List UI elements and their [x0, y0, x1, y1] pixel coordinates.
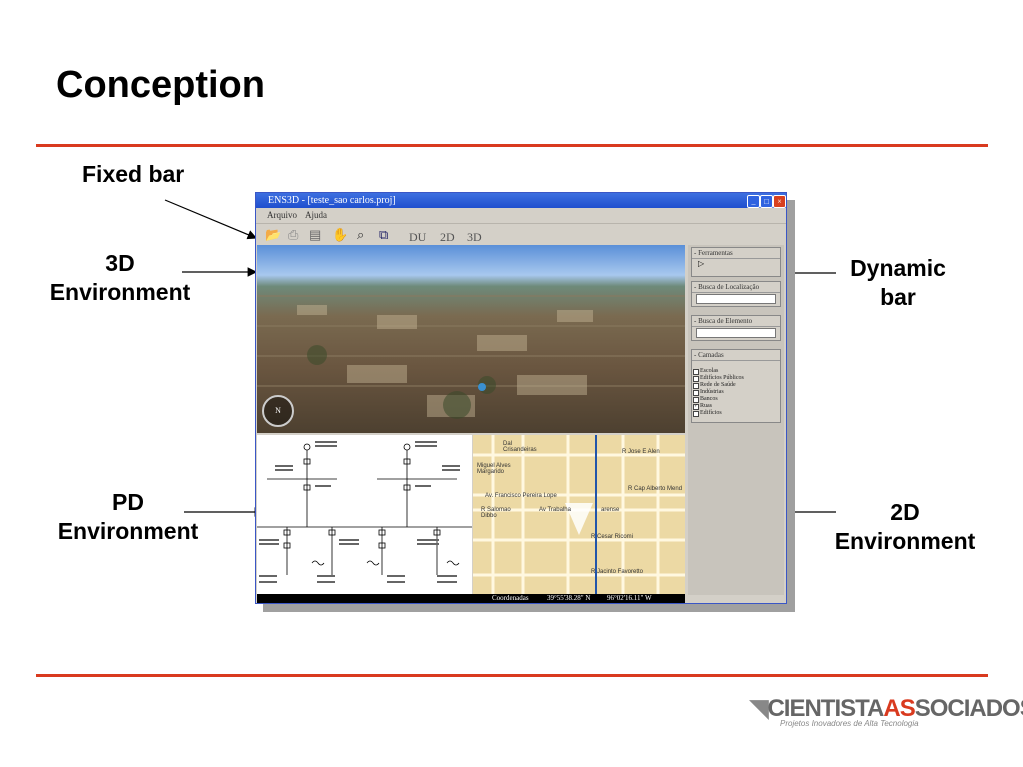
- layer-label: Bancos: [700, 396, 718, 402]
- maximize-icon[interactable]: □: [760, 195, 773, 208]
- compass-icon[interactable]: N: [262, 395, 294, 427]
- schematic-diagram: [257, 441, 472, 583]
- toolbar-du-button[interactable]: DU: [409, 230, 426, 245]
- section-camadas: - Camadas Escolas Edifícios Públicos Red…: [691, 349, 781, 423]
- arrow-fixed-bar: [164, 199, 258, 240]
- layer-item[interactable]: Bancos: [692, 396, 780, 403]
- layer-item[interactable]: Edifícios: [692, 410, 780, 417]
- toolbar-2d-button[interactable]: 2D: [440, 230, 455, 245]
- layer-label: Indústrias: [700, 389, 724, 395]
- app-titlebar: ENS3D - [teste_sao carlos.proj] _ □ ×: [256, 193, 786, 208]
- map-label-street1: R Jose E Alen: [622, 449, 660, 455]
- layer-item[interactable]: ✓ Ruas: [692, 403, 780, 410]
- section-camadas-header[interactable]: - Camadas: [692, 350, 780, 361]
- view-2d-environment[interactable]: R Jose E Alen Av. Francisco Pereira Lope…: [473, 435, 685, 595]
- latitude-value: 39°55'38.28" N: [547, 594, 591, 602]
- longitude-value: 96°02'16.11" W: [607, 594, 652, 602]
- layers-list: Escolas Edifícios Públicos Rede de Saúde…: [692, 361, 780, 417]
- map-label-street9: Miguel Alves Margarido: [477, 463, 511, 475]
- element-search-input[interactable]: [696, 328, 776, 338]
- menu-arquivo[interactable]: Arquivo: [267, 210, 297, 220]
- layer-item[interactable]: Escolas: [692, 368, 780, 375]
- layer-label: Escolas: [700, 368, 719, 374]
- map-label-street4: Av Trabalha: [539, 507, 571, 513]
- app-window: ENS3D - [teste_sao carlos.proj] _ □ × Ar…: [255, 192, 787, 604]
- app-toolbar: 📂 ⎙ ▤ ✋ ⌕ ⧉ DU 2D 3D: [256, 223, 786, 246]
- layer-item[interactable]: Indústrias: [692, 389, 780, 396]
- logo-name-part1: CIENTISTA: [767, 695, 884, 722]
- section-busca-elemento-header[interactable]: - Busca de Elemento: [692, 316, 780, 327]
- toolbar-3d-button[interactable]: 3D: [467, 230, 482, 245]
- coordinates-bar: Coordenadas 39°55'38.28" N 96°02'16.11" …: [257, 594, 685, 603]
- layer-item[interactable]: Edifícios Públicos: [692, 375, 780, 382]
- logo-name-part2: AS: [883, 695, 915, 722]
- section-busca-elemento: - Busca de Elemento: [691, 315, 781, 341]
- folder-open-icon[interactable]: 📂: [265, 227, 281, 243]
- dynamic-bar: - Ferramentas ▷ - Busca de Localização -…: [688, 245, 784, 595]
- section-ferramentas: - Ferramentas ▷: [691, 247, 781, 277]
- layer-checkbox[interactable]: [693, 411, 699, 417]
- company-logo: ◥CIENTISTAASSOCIADOS Projetos Inovadores…: [750, 694, 1023, 728]
- layer-label: Ruas: [700, 403, 712, 409]
- map-label-street7: R Jacinto Favoretto: [591, 569, 644, 575]
- view-pd-environment[interactable]: [257, 435, 472, 595]
- layer-label: Edifícios: [700, 410, 722, 416]
- layer-item[interactable]: Rede de Saúde: [692, 382, 780, 389]
- section-busca-localizacao: - Busca de Localização: [691, 281, 781, 307]
- map-label-street2: Av. Francisco Pereira Lope: [485, 493, 557, 499]
- location-search-input[interactable]: [696, 294, 776, 304]
- logo-swoosh-icon: ◥: [750, 695, 768, 722]
- menu-ajuda[interactable]: Ajuda: [305, 210, 327, 220]
- zoom-icon[interactable]: ⌕: [357, 227, 364, 243]
- print-icon[interactable]: ⎙: [288, 227, 298, 243]
- map-label-street5: R Salomao Dibbo: [481, 507, 511, 519]
- city-texture: [257, 295, 685, 419]
- select-icon[interactable]: ⧉: [379, 227, 388, 243]
- map-label-street8: Dal Crisandeiras: [503, 441, 537, 453]
- pointer-tool-icon[interactable]: ▷: [692, 259, 780, 268]
- minimize-icon[interactable]: _: [747, 195, 760, 208]
- coordinates-label: Coordenadas: [492, 594, 529, 602]
- close-icon[interactable]: ×: [773, 195, 786, 208]
- map-label-street3: R Cap Alberto Mend: [628, 486, 683, 492]
- layer-label: Rede de Saúde: [700, 382, 736, 388]
- view-3d-environment[interactable]: N: [257, 245, 685, 433]
- section-ferramentas-header[interactable]: - Ferramentas: [692, 248, 780, 259]
- print-preview-icon[interactable]: ▤: [309, 227, 321, 243]
- hand-pan-icon[interactable]: ✋: [332, 227, 348, 243]
- app-title: ENS3D - [teste_sao carlos.proj]: [268, 195, 396, 206]
- map-label-street10: arense: [601, 507, 620, 513]
- app-menubar: Arquivo Ajuda: [256, 208, 786, 222]
- section-busca-localizacao-header[interactable]: - Busca de Localização: [692, 282, 780, 293]
- map-label-street6: R Cesar Ricomi: [591, 534, 634, 540]
- layer-label: Edifícios Públicos: [700, 375, 744, 381]
- logo-name-part3: SOCIADOS: [914, 695, 1023, 722]
